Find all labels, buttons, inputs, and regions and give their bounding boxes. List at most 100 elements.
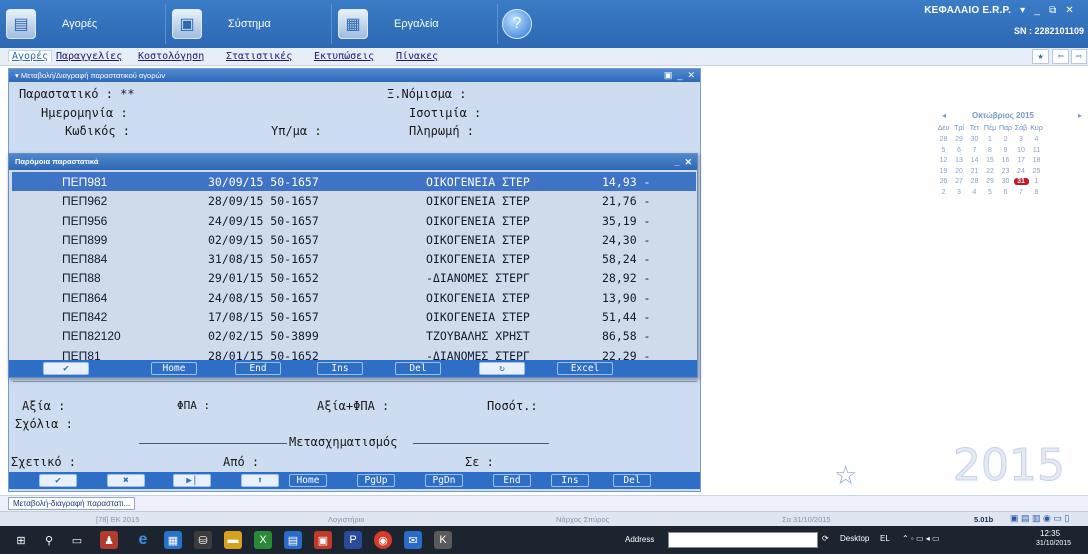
mail-icon[interactable]: ✉ <box>404 531 422 549</box>
calendar-day[interactable]: 10 <box>1014 147 1029 154</box>
table-row[interactable]: ΠΕΠ82120 02/02/15 50-3899 ΤΖΟΥΒΑΛΗΣ ΧΡΗΣ… <box>12 326 696 345</box>
end-key[interactable]: End <box>235 362 281 375</box>
calendar-day[interactable]: 28 <box>967 178 982 185</box>
app2-icon[interactable]: ▤ <box>284 531 302 549</box>
chrome-icon[interactable]: ◉ <box>374 531 392 549</box>
calendar-day[interactable]: 20 <box>952 168 967 175</box>
forward-arrow-icon[interactable]: ⇨ <box>1071 49 1087 64</box>
open-window-tab[interactable]: Μεταβολή-διαγραφή παραστατι... <box>8 497 136 510</box>
calendar-day[interactable]: 12 <box>936 157 951 164</box>
calendar-day[interactable]: 31 <box>1013 178 1029 185</box>
language-indicator[interactable]: EL <box>880 534 890 543</box>
calendar-day[interactable]: 26 <box>936 178 951 185</box>
favorite-star-icon[interactable]: ★ <box>1032 49 1049 64</box>
del-key[interactable]: Del <box>613 474 651 487</box>
edge-icon[interactable]: e <box>134 531 152 549</box>
table-row[interactable]: ΠΕΠ899 02/09/15 50-1657 ΟΙΚΟΓΕΝΕΙΑ ΣΤΕΡ … <box>12 230 696 249</box>
ins-key[interactable]: Ins <box>551 474 589 487</box>
refresh-button[interactable]: ↻ <box>479 362 525 375</box>
store-icon[interactable]: ⛁ <box>194 531 212 549</box>
calendar-day[interactable]: 14 <box>967 157 982 164</box>
calendar-day[interactable]: 2 <box>936 189 951 196</box>
calendar-day[interactable]: 1 <box>983 136 998 143</box>
calendar-day[interactable]: 15 <box>983 157 998 164</box>
calendar-day[interactable]: 4 <box>1029 136 1044 143</box>
calendar-day[interactable]: 25 <box>1029 168 1044 175</box>
close-icon[interactable]: ✕ <box>1065 5 1074 16</box>
search-icon[interactable]: ⚲ <box>40 531 58 549</box>
calendar-day[interactable]: 7 <box>967 147 982 154</box>
menu-orders[interactable]: Παραγγελίες <box>56 51 122 62</box>
menu-costing[interactable]: Κοστολόγηση <box>138 51 204 62</box>
calendar-day[interactable]: 3 <box>1014 136 1029 143</box>
menu-tables[interactable]: Πίνακες <box>396 51 438 62</box>
module-system[interactable]: ▣ Σύστημα <box>172 4 332 44</box>
menu-purchases[interactable]: Αγορές <box>8 50 53 62</box>
up-button[interactable]: ⬆ <box>241 474 279 487</box>
picture-icon[interactable]: ▣ <box>664 70 673 80</box>
calendar-day[interactable]: 5 <box>936 147 951 154</box>
start-icon[interactable]: ⊞ <box>12 531 30 549</box>
calendar-day[interactable]: 6 <box>952 147 967 154</box>
calendar-day[interactable]: 29 <box>952 136 967 143</box>
excel-icon[interactable]: X <box>254 531 272 549</box>
calendar-day[interactable]: 27 <box>952 178 967 185</box>
address-go-icon[interactable]: ⟳ <box>822 534 829 543</box>
calendar-day[interactable]: 6 <box>998 189 1013 196</box>
app3-icon[interactable]: ▣ <box>314 531 332 549</box>
pgup-key[interactable]: PgUp <box>357 474 395 487</box>
status-toolbar-icons[interactable]: ▣ ▤ ▥ ◉ ▭ ▯ <box>1010 513 1069 524</box>
app-icon[interactable]: ♟ <box>100 531 118 549</box>
calendar-day[interactable]: 29 <box>983 178 998 185</box>
calendar-day[interactable]: 24 <box>1014 168 1029 175</box>
clock-date[interactable]: 31/10/2015 <box>1036 540 1071 547</box>
form-minimize-icon[interactable]: _ <box>677 70 682 80</box>
restore-icon[interactable]: ⧉ <box>1049 5 1056 16</box>
calendar-day[interactable]: 16 <box>998 157 1013 164</box>
popup-close-icon[interactable]: ✕ <box>684 157 692 167</box>
calendar-day[interactable]: 9 <box>998 147 1013 154</box>
menu-prints[interactable]: Εκτυπώσεις <box>314 51 374 62</box>
ins-key[interactable]: Ins <box>317 362 363 375</box>
calendar-day[interactable]: 5 <box>983 189 998 196</box>
prev-month-icon[interactable]: ◂ <box>942 111 946 120</box>
popup-minimize-icon[interactable]: _ <box>674 157 679 167</box>
clock-time[interactable]: 12:35 <box>1040 529 1060 538</box>
select-button[interactable]: ✔ <box>43 362 89 375</box>
calendar-day[interactable]: 28 <box>936 136 951 143</box>
home-key[interactable]: Home <box>289 474 327 487</box>
table-row[interactable]: ΠΕΠ962 28/09/15 50-1657 ΟΙΚΟΓΕΝΕΙΑ ΣΤΕΡ … <box>12 191 696 210</box>
calendar-day[interactable]: 7 <box>1014 189 1029 196</box>
calendar-day[interactable]: 8 <box>1029 189 1044 196</box>
calendar-day[interactable]: 22 <box>983 168 998 175</box>
calendar-day[interactable]: 2 <box>998 136 1013 143</box>
home-key[interactable]: Home <box>151 362 197 375</box>
calendar-day[interactable]: 30 <box>998 178 1013 185</box>
calendar-day[interactable]: 13 <box>952 157 967 164</box>
next-button[interactable]: ▶| <box>173 474 211 487</box>
calendar-day[interactable]: 4 <box>967 189 982 196</box>
help-button[interactable]: ? <box>502 4 562 44</box>
calendar-day[interactable]: 1 <box>1029 178 1044 185</box>
calendar-day[interactable]: 30 <box>967 136 982 143</box>
table-row[interactable]: ΠΕΠ956 24/09/15 50-1657 ΟΙΚΟΓΕΝΕΙΑ ΣΤΕΡ … <box>12 211 696 230</box>
end-key[interactable]: End <box>493 474 531 487</box>
dropdown-icon[interactable]: ▾ <box>1020 5 1025 16</box>
calendar-day[interactable]: 8 <box>983 147 998 154</box>
cancel-button[interactable]: ✖ <box>107 474 145 487</box>
form-close-icon[interactable]: ✕ <box>687 70 695 80</box>
folder-icon[interactable]: ▬ <box>224 531 242 549</box>
calculator-icon[interactable]: ▦ <box>164 531 182 549</box>
table-row[interactable]: ΠΕΠ842 17/08/15 50-1657 ΟΙΚΟΓΕΝΕΙΑ ΣΤΕΡ … <box>12 307 696 326</box>
del-key[interactable]: Del <box>395 362 441 375</box>
module-purchases[interactable]: ▤ Αγορές <box>6 4 166 44</box>
minimize-icon[interactable]: _ <box>1034 5 1040 16</box>
favorite-star-icon[interactable]: ☆ <box>834 460 857 491</box>
calendar-day[interactable]: 21 <box>967 168 982 175</box>
calendar-day[interactable]: 11 <box>1029 147 1044 154</box>
address-input[interactable] <box>668 532 818 548</box>
next-month-icon[interactable]: ▸ <box>1078 111 1082 120</box>
calendar-day[interactable]: 17 <box>1014 157 1029 164</box>
module-tools[interactable]: ▦ Εργαλεία <box>338 4 498 44</box>
calendar-day[interactable]: 18 <box>1029 157 1044 164</box>
